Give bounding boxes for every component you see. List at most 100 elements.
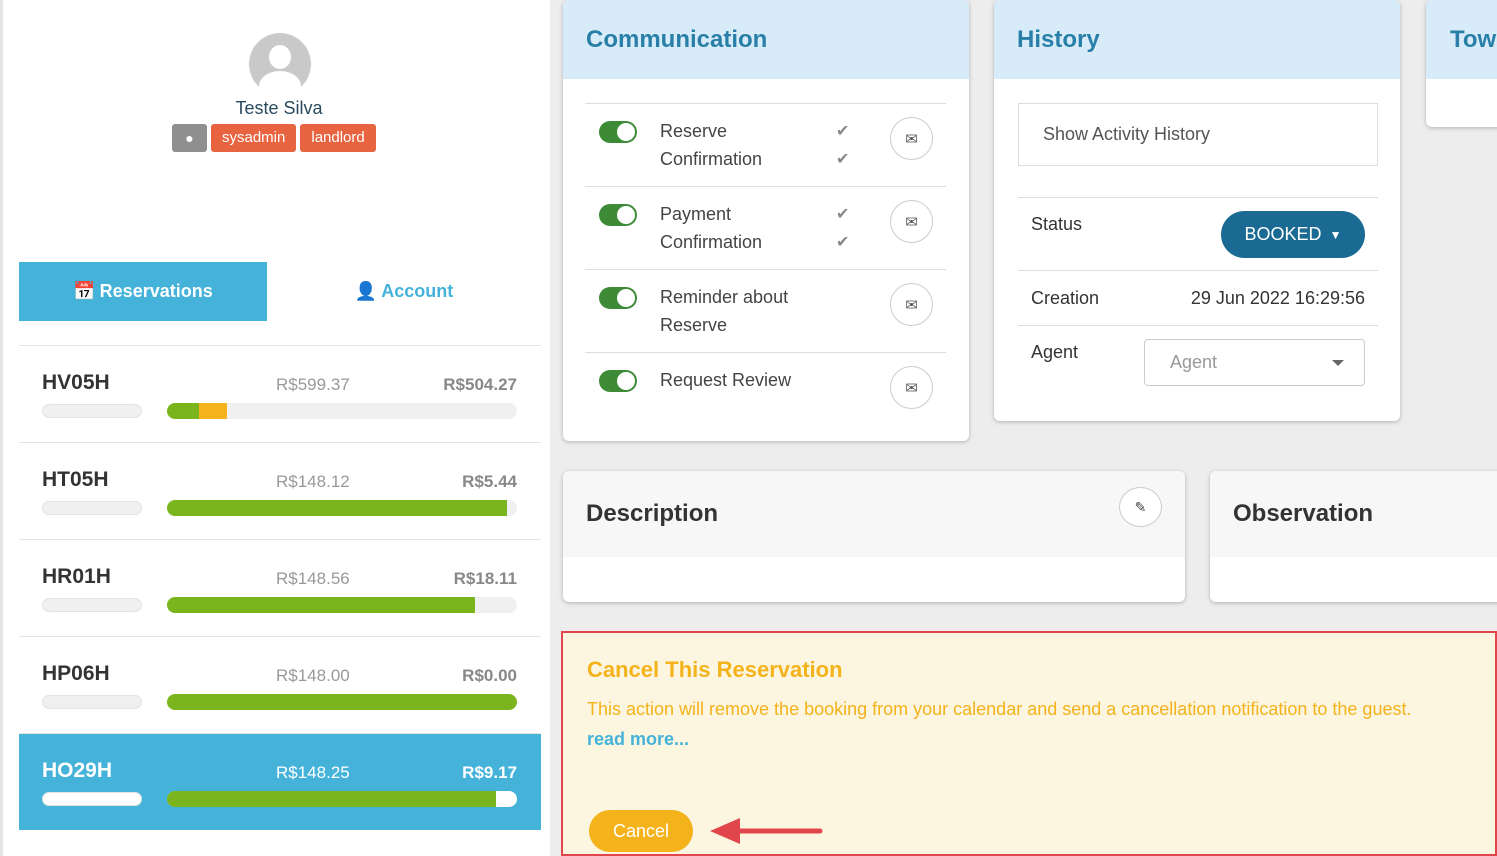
status-dropdown[interactable]: BOOKED ▼ <box>1221 211 1365 258</box>
communication-label: Reserve Confirmation <box>660 121 763 169</box>
communication-card: Communication Reserve Confirmation ✔ ✔ ✉ Pay… <box>563 0 969 441</box>
observation-card: Observation <box>1210 471 1497 602</box>
badge-sysadmin: sysadmin <box>211 124 297 152</box>
cancel-title: Cancel This Reservation <box>587 657 843 682</box>
check-icon: ✔ <box>836 206 850 223</box>
read-more-link[interactable]: read more... <box>587 729 689 750</box>
sent-checks: ✔ ✔ <box>836 201 849 257</box>
payment-progress-bar <box>167 403 517 419</box>
description-title: Description <box>563 471 1185 557</box>
reservation-balance: R$18.11 <box>453 569 517 588</box>
progress-segment <box>167 500 507 516</box>
tab-reservations-label: Reservations <box>99 281 213 301</box>
tab-account[interactable]: 👤 Account <box>267 262 541 321</box>
description-card: Description ✎ <box>563 471 1185 602</box>
status-label: Status <box>1031 214 1083 234</box>
send-email-button[interactable]: ✉ <box>890 283 933 326</box>
user-name: Teste Silva <box>235 98 323 118</box>
payment-progress-bar <box>167 694 517 710</box>
envelope-icon: ✉ <box>905 379 918 397</box>
send-email-button[interactable]: ✉ <box>890 117 933 160</box>
communication-item: Request Review ✉ <box>585 352 946 435</box>
reservation-pill <box>42 404 142 418</box>
divider <box>1018 270 1378 271</box>
communication-toggle[interactable] <box>599 121 637 143</box>
history-card: History Show Activity History Status BOO… <box>994 0 1400 421</box>
sent-checks: ✔ ✔ <box>836 118 849 174</box>
communication-item: Reserve Confirmation ✔ ✔ ✉ <box>585 103 946 186</box>
progress-segment <box>167 403 199 419</box>
avatar-body-shape <box>259 71 301 95</box>
reservation-code: HV05H <box>42 371 110 394</box>
reservation-list: HV05H R$599.37 R$504.27 HT05H R$148.12 R$5.44… <box>19 345 541 830</box>
check-icon: ✔ <box>836 234 850 251</box>
envelope-icon: ✉ <box>905 296 918 314</box>
cancel-button[interactable]: Cancel <box>589 810 693 852</box>
reservation-row[interactable]: HV05H R$599.37 R$504.27 <box>19 345 541 442</box>
reservation-total: R$148.25 <box>276 763 350 782</box>
avatar[interactable] <box>249 33 311 95</box>
sidebar: Teste Silva ● sysadmin landlord 📅 Reserv… <box>0 0 550 856</box>
envelope-icon: ✉ <box>905 213 918 231</box>
creation-label: Creation <box>1031 288 1100 308</box>
pointer-arrow-icon <box>710 818 823 844</box>
communication-toggle[interactable] <box>599 204 637 226</box>
reservation-code: HO29H <box>42 759 113 782</box>
progress-segment <box>198 403 227 419</box>
payment-progress-bar <box>167 791 517 807</box>
reservation-total: R$148.12 <box>276 472 350 491</box>
history-title: History <box>994 0 1400 79</box>
progress-segment <box>167 694 517 710</box>
reservation-row[interactable]: HR01H R$148.56 R$18.11 <box>19 539 541 636</box>
reservation-pill <box>42 695 142 709</box>
tab-reservations[interactable]: 📅 Reservations <box>19 262 267 321</box>
reservation-row[interactable]: HT05H R$148.12 R$5.44 <box>19 442 541 539</box>
reservation-code: HP06H <box>42 662 110 685</box>
agent-label: Agent <box>1031 342 1079 362</box>
partial-card: Tow <box>1426 0 1497 127</box>
globe-icon: ● <box>172 124 207 152</box>
calendar-icon: 📅 <box>73 281 96 301</box>
status-value: BOOKED <box>1244 224 1322 244</box>
reservation-total: R$148.56 <box>276 569 350 588</box>
agent-placeholder: Agent <box>1170 352 1218 372</box>
payment-progress-bar <box>167 500 517 516</box>
reservation-total: R$148.00 <box>276 666 350 685</box>
communication-title: Communication <box>563 0 969 79</box>
divider <box>1018 197 1378 198</box>
cancel-description: This action will remove the booking from… <box>587 699 1412 719</box>
cancel-reservation-panel: Cancel This Reservation This action will… <box>563 633 1495 856</box>
reservation-total: R$599.37 <box>276 375 350 394</box>
communication-label: Payment Confirmation <box>660 204 763 252</box>
communication-label: Request Review <box>660 370 792 390</box>
envelope-icon: ✉ <box>905 130 918 148</box>
send-email-button[interactable]: ✉ <box>890 200 933 243</box>
communication-item: Reminder about Reserve ✉ <box>585 269 946 352</box>
avatar-head-shape <box>269 45 291 69</box>
creation-value: 29 Jun 2022 16:29:56 <box>1190 288 1365 308</box>
edit-description-button[interactable]: ✎ <box>1119 487 1162 527</box>
reservation-row[interactable]: HP06H R$148.00 R$0.00 <box>19 636 541 733</box>
communication-item: Payment Confirmation ✔ ✔ ✉ <box>585 186 946 269</box>
payment-progress-bar <box>167 597 517 613</box>
reservation-row[interactable]: HO29H R$148.25 R$9.17 <box>19 733 541 830</box>
user-icon: 👤 <box>354 281 378 301</box>
reservation-balance: R$5.44 <box>462 472 517 491</box>
badge-landlord: landlord <box>300 124 376 152</box>
agent-select[interactable]: Agent <box>1144 339 1365 386</box>
user-badges: ● sysadmin landlord <box>172 124 376 152</box>
reservation-balance: R$504.27 <box>443 375 517 394</box>
send-email-button[interactable]: ✉ <box>890 366 933 409</box>
show-activity-history-button[interactable]: Show Activity History <box>1018 103 1378 166</box>
communication-toggle[interactable] <box>599 287 637 309</box>
pencil-icon: ✎ <box>1134 498 1147 515</box>
progress-segment <box>167 791 496 807</box>
divider <box>1018 325 1378 326</box>
partial-card-title: Tow <box>1426 0 1497 79</box>
reservation-pill <box>42 792 142 806</box>
observation-title: Observation <box>1210 471 1497 557</box>
tab-account-label: Account <box>381 281 454 301</box>
caret-down-icon <box>1332 360 1344 366</box>
communication-toggle[interactable] <box>599 370 637 392</box>
check-icon: ✔ <box>836 151 850 168</box>
